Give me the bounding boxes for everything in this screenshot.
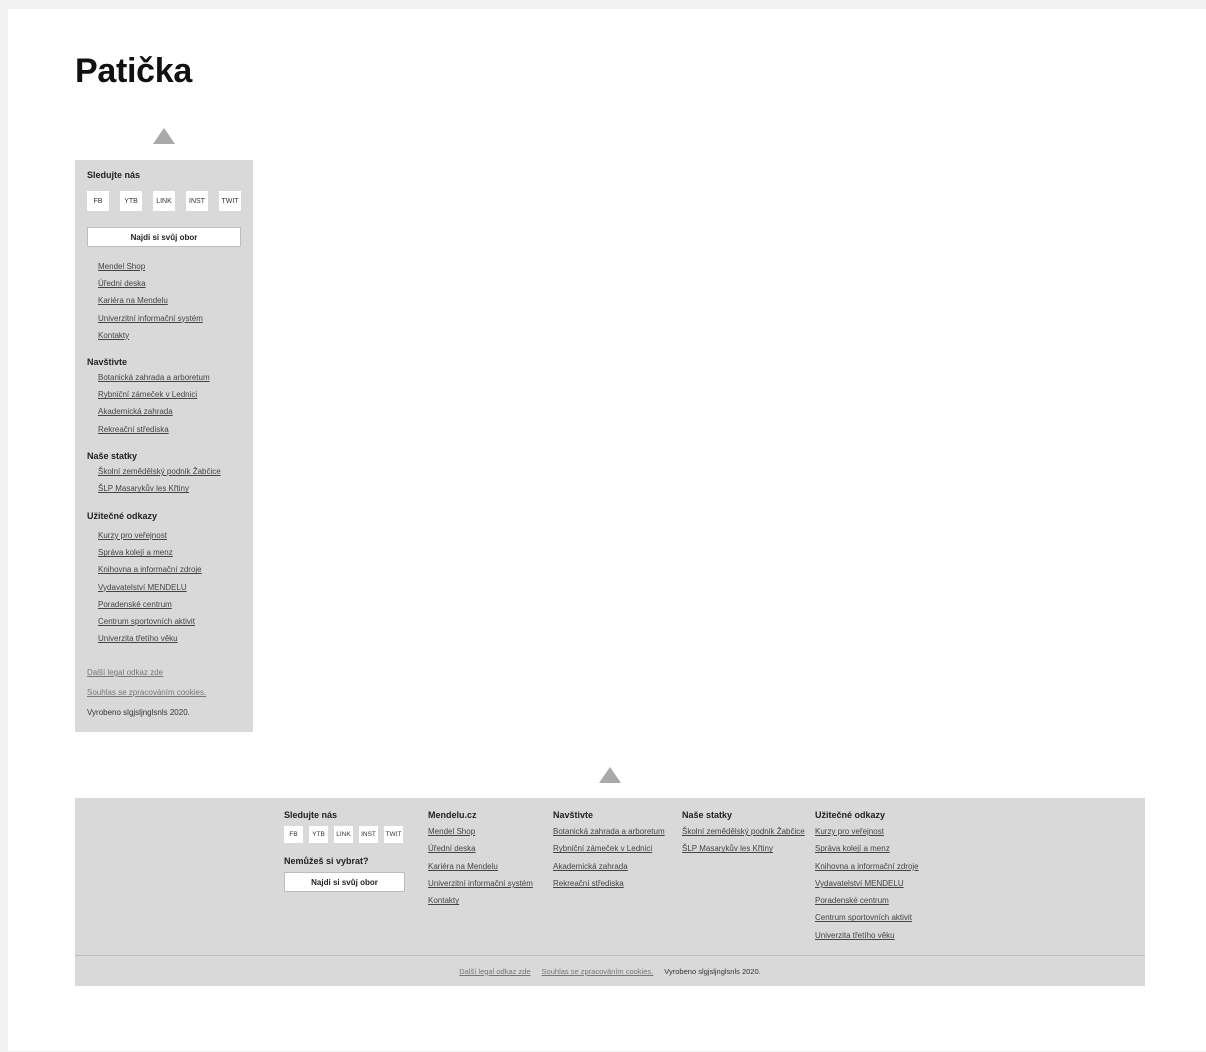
bottom-bar: Další legal odkaz zde Souhlas se zpracov… <box>75 955 1145 986</box>
twitter-button[interactable]: TWIT <box>219 191 241 211</box>
legal-link[interactable]: Další legal odkaz zde <box>87 668 163 677</box>
link-official-board[interactable]: Úřední deska <box>98 279 146 288</box>
link-mendel-shop[interactable]: Mendel Shop <box>428 827 475 836</box>
estates-column: Naše statky Školní zemědělský podnik Žab… <box>682 810 805 861</box>
cant-choose-text: Nemůžeš si vybrat? <box>284 856 369 866</box>
link-advisory-center[interactable]: Poradenské centrum <box>815 896 889 905</box>
social-buttons: FB YTB LINK INST TWIT <box>284 826 405 843</box>
mobile-footer: Sledujte nás FB YTB LINK INST TWIT Najdi… <box>75 160 253 732</box>
link-official-board[interactable]: Úřední deska <box>428 844 476 853</box>
link-third-age[interactable]: Univerzita třetího věku <box>98 634 178 643</box>
follow-heading: Sledujte nás <box>284 810 338 820</box>
link-lednice-chateau[interactable]: Rybniční zámeček v Lednici <box>553 844 652 853</box>
cookies-link[interactable]: Souhlas se zpracováním cookies. <box>542 967 654 976</box>
mendelu-column: Mendelu.cz Mendel Shop Úřední deska Kari… <box>428 810 533 912</box>
estates-links: Školní zemědělský podnik Žabčice ŠLP Mas… <box>98 466 221 500</box>
follow-column: Sledujte nás FB YTB LINK INST TWIT Nemůž… <box>284 810 405 892</box>
link-publisher[interactable]: Vydavatelství MENDELU <box>98 583 187 592</box>
linkedin-button[interactable]: LINK <box>334 826 353 843</box>
visit-heading: Navštivte <box>553 810 594 820</box>
link-krtiny[interactable]: ŠLP Masarykův les Křtiny <box>98 484 189 493</box>
youtube-button[interactable]: YTB <box>120 191 142 211</box>
link-university-system[interactable]: Univerzitní informační systém <box>428 879 533 888</box>
made-by-text: Vyrobeno slgjsljnglsnls 2020. <box>87 708 190 717</box>
instagram-button[interactable]: INST <box>359 826 378 843</box>
made-by-text: Vyrobeno slgjsljnglsnls 2020. <box>664 966 761 976</box>
link-public-courses[interactable]: Kurzy pro veřejnost <box>815 827 884 836</box>
visit-heading: Navštivte <box>87 357 128 367</box>
visit-column: Navštivte Botanická zahrada a arboretum … <box>553 810 665 895</box>
visit-links: Botanická zahrada a arboretum Rybniční z… <box>98 372 210 441</box>
link-recreation-centers[interactable]: Rekreační střediska <box>98 425 169 434</box>
useful-heading: Užitečné odkazy <box>815 810 886 820</box>
mendelu-heading: Mendelu.cz <box>428 810 477 820</box>
cookies-link[interactable]: Souhlas se zpracováním cookies. <box>87 688 206 697</box>
link-botanical-garden[interactable]: Botanická zahrada a arboretum <box>98 373 210 382</box>
link-library[interactable]: Knihovna a informační zdroje <box>98 565 202 574</box>
link-library[interactable]: Knihovna a informační zdroje <box>815 862 919 871</box>
link-recreation-centers[interactable]: Rekreační střediska <box>553 879 624 888</box>
legal-link[interactable]: Další legal odkaz zde <box>459 967 530 976</box>
link-zabcice[interactable]: Školní zemědělský podnik Žabčice <box>682 827 805 836</box>
youtube-button[interactable]: YTB <box>309 826 328 843</box>
find-field-button[interactable]: Najdi si svůj obor <box>87 227 241 247</box>
useful-column: Užitečné odkazy Kurzy pro veřejnost Sprá… <box>815 810 919 947</box>
link-public-courses[interactable]: Kurzy pro veřejnost <box>98 531 167 540</box>
link-lednice-chateau[interactable]: Rybniční zámeček v Lednici <box>98 390 197 399</box>
useful-heading: Užitečné odkazy <box>87 511 158 521</box>
link-contacts[interactable]: Kontakty <box>428 896 459 905</box>
twitter-button[interactable]: TWIT <box>384 826 403 843</box>
find-field-button[interactable]: Najdi si svůj obor <box>284 872 405 892</box>
follow-heading: Sledujte nás <box>87 170 141 180</box>
link-sports-center[interactable]: Centrum sportovních aktivit <box>815 913 912 922</box>
social-buttons: FB YTB LINK INST TWIT <box>87 191 241 211</box>
link-third-age[interactable]: Univerzita třetího věku <box>815 931 895 940</box>
link-dorms-canteens[interactable]: Správa kolejí a menz <box>98 548 173 557</box>
link-university-system[interactable]: Univerzitní informační systém <box>98 314 203 323</box>
link-zabcice[interactable]: Školní zemědělský podnik Žabčice <box>98 467 221 476</box>
link-krtiny[interactable]: ŠLP Masarykův les Křtiny <box>682 844 773 853</box>
link-career[interactable]: Kariéra na Mendelu <box>98 296 168 305</box>
link-academic-garden[interactable]: Akademická zahrada <box>553 862 628 871</box>
estates-heading: Naše statky <box>682 810 733 820</box>
scroll-top-arrow-icon[interactable] <box>153 128 175 144</box>
link-career[interactable]: Kariéra na Mendelu <box>428 862 498 871</box>
mendelu-links: Mendel Shop Úřední deska Kariéra na Mend… <box>98 261 203 347</box>
estates-heading: Naše statky <box>87 451 138 461</box>
link-sports-center[interactable]: Centrum sportovních aktivit <box>98 617 195 626</box>
desktop-footer: Sledujte nás FB YTB LINK INST TWIT Nemůž… <box>75 798 1145 986</box>
link-dorms-canteens[interactable]: Správa kolejí a menz <box>815 844 890 853</box>
link-advisory-center[interactable]: Poradenské centrum <box>98 600 172 609</box>
facebook-button[interactable]: FB <box>87 191 109 211</box>
link-contacts[interactable]: Kontakty <box>98 331 129 340</box>
link-botanical-garden[interactable]: Botanická zahrada a arboretum <box>553 827 665 836</box>
page-title: Patička <box>75 52 192 90</box>
useful-links: Kurzy pro veřejnost Správa kolejí a menz… <box>98 530 202 650</box>
facebook-button[interactable]: FB <box>284 826 303 843</box>
linkedin-button[interactable]: LINK <box>153 191 175 211</box>
instagram-button[interactable]: INST <box>186 191 208 211</box>
link-mendel-shop[interactable]: Mendel Shop <box>98 262 145 271</box>
link-publisher[interactable]: Vydavatelství MENDELU <box>815 879 904 888</box>
link-academic-garden[interactable]: Akademická zahrada <box>98 407 173 416</box>
scroll-top-arrow-icon[interactable] <box>599 767 621 783</box>
